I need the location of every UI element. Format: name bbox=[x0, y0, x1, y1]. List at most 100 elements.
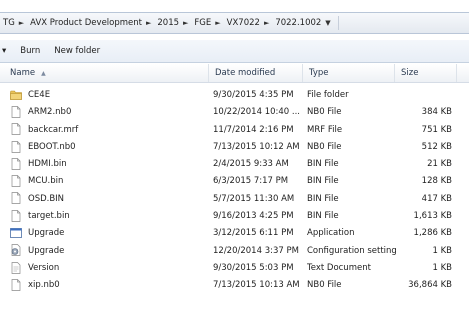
new-folder-button[interactable]: New folder bbox=[47, 46, 107, 56]
file-icon bbox=[10, 123, 22, 136]
file-name-cell[interactable]: OSD.BIN bbox=[10, 191, 205, 209]
file-date: 6/3/2015 7:17 PM bbox=[213, 176, 289, 187]
file-name-cell[interactable]: xip.nb0 bbox=[10, 277, 205, 295]
file-icon bbox=[10, 175, 22, 187]
file-date: 7/13/2015 10:13 AM bbox=[213, 280, 300, 291]
column-header-size[interactable]: Size bbox=[395, 64, 457, 82]
chevron-down-icon[interactable]: ▼ bbox=[325, 19, 330, 27]
file-date: 9/30/2015 5:03 PM bbox=[213, 262, 294, 273]
breadcrumb-2015[interactable]: 2015 ► bbox=[154, 18, 191, 28]
breadcrumb-tg[interactable]: TG ► bbox=[0, 18, 27, 28]
file-row[interactable]: backcar.mrf 11/7/2014 2:16 PM MRF File 751 … bbox=[0, 122, 469, 139]
chevron-right-icon[interactable]: ► bbox=[19, 19, 24, 27]
file-name-cell[interactable]: MCU.bin bbox=[10, 173, 205, 191]
breadcrumb-label: TG bbox=[3, 18, 15, 28]
file-date: 10/22/2014 10:40 ... bbox=[213, 107, 300, 118]
file-type: BIN File bbox=[307, 193, 339, 204]
file-size: 417 KB bbox=[421, 193, 452, 204]
file-row[interactable]: xip.nb0 7/13/2015 10:13 AM NB0 File 36,864 … bbox=[0, 277, 469, 294]
column-label: Name bbox=[10, 68, 36, 78]
file-name-cell[interactable]: target.bin bbox=[10, 208, 205, 226]
file-name-cell[interactable]: backcar.mrf bbox=[10, 122, 205, 140]
column-header-name[interactable]: Name ▲ bbox=[0, 64, 209, 82]
file-row[interactable]: Version 9/30/2015 5:03 PM Text Document 1 K… bbox=[0, 260, 469, 277]
file-date: 12/20/2014 3:37 PM bbox=[213, 245, 299, 256]
breadcrumb-avx-product-development[interactable]: AVX Product Development ► bbox=[27, 18, 154, 28]
file-size: 1,286 KB bbox=[413, 228, 452, 239]
breadcrumb-7022-1002[interactable]: 7022.1002 ▼ bbox=[272, 18, 333, 28]
file-icon bbox=[10, 157, 22, 170]
file-row[interactable]: CE4E 9/30/2015 4:35 PM File folder bbox=[0, 87, 469, 104]
chevron-right-icon[interactable]: ► bbox=[215, 19, 220, 27]
breadcrumb-vx7022[interactable]: VX7022 ► bbox=[224, 18, 273, 28]
breadcrumb-label: 7022.1002 bbox=[275, 18, 322, 28]
file-name-cell[interactable]: CE4E bbox=[10, 87, 205, 105]
file-name-cell[interactable]: Version bbox=[10, 260, 205, 278]
file-row[interactable]: EBOOT.nb0 7/13/2015 10:12 AM NB0 File 512 K… bbox=[0, 139, 469, 156]
file-name-cell[interactable]: Upgrade bbox=[10, 243, 205, 261]
file-row[interactable]: target.bin 9/16/2013 4:25 PM BIN File 1,613… bbox=[0, 208, 469, 225]
file-name-cell[interactable]: HDMI.bin bbox=[10, 156, 205, 174]
column-label: Type bbox=[309, 68, 329, 78]
file-row[interactable]: MCU.bin 6/3/2015 7:17 PM BIN File 128 KB bbox=[0, 173, 469, 190]
breadcrumb-label: FGE bbox=[194, 18, 212, 28]
file-type: File folder bbox=[307, 90, 349, 100]
file-type: Application bbox=[307, 228, 355, 239]
file-size: 751 KB bbox=[421, 124, 452, 135]
file-type: BIN File bbox=[307, 211, 339, 222]
chevron-right-icon[interactable]: ► bbox=[146, 19, 151, 27]
file-type: Text Document bbox=[307, 262, 371, 273]
file-name: Upgrade bbox=[28, 245, 65, 256]
burn-button[interactable]: Burn bbox=[13, 46, 47, 56]
file-size: 384 KB bbox=[421, 107, 452, 118]
file-size: 1 KB bbox=[432, 262, 452, 273]
file-date: 3/12/2015 6:11 PM bbox=[213, 228, 294, 239]
file-name: EBOOT.nb0 bbox=[28, 141, 76, 152]
breadcrumb-fge[interactable]: FGE ► bbox=[191, 18, 223, 28]
file-date: 5/7/2015 11:30 AM bbox=[213, 193, 295, 204]
command-bar: ▾ Burn New folder bbox=[0, 40, 469, 63]
column-header-type[interactable]: Type bbox=[303, 64, 395, 82]
file-size: 21 KB bbox=[427, 159, 452, 170]
file-type: BIN File bbox=[307, 159, 339, 170]
file-size: 128 KB bbox=[421, 176, 452, 187]
application-icon bbox=[10, 227, 22, 239]
chevron-right-icon[interactable]: ► bbox=[183, 19, 188, 27]
file-size: 512 KB bbox=[421, 141, 452, 152]
file-icon bbox=[10, 106, 22, 118]
file-name: HDMI.bin bbox=[28, 159, 67, 170]
file-type: NB0 File bbox=[307, 280, 342, 291]
file-row[interactable]: ARM2.nb0 10/22/2014 10:40 ... NB0 File 384 … bbox=[0, 104, 469, 121]
file-row[interactable]: Upgrade 3/12/2015 6:11 PM Application 1,286… bbox=[0, 225, 469, 242]
chevron-right-icon[interactable]: ► bbox=[264, 19, 269, 27]
column-label: Size bbox=[401, 68, 419, 78]
file-row[interactable]: Upgrade 12/20/2014 3:37 PM Configuration s… bbox=[0, 243, 469, 260]
folder-icon bbox=[10, 89, 22, 101]
address-bar[interactable]: TG ► AVX Product Development ► 2015 ► FG… bbox=[0, 12, 469, 34]
file-name: OSD.BIN bbox=[28, 193, 65, 204]
file-type: BIN File bbox=[307, 176, 339, 187]
breadcrumb-label: AVX Product Development bbox=[30, 18, 142, 28]
file-type: NB0 File bbox=[307, 141, 342, 152]
file-type: NB0 File bbox=[307, 107, 342, 118]
breadcrumb-label: 2015 bbox=[157, 18, 180, 28]
file-name-cell[interactable]: ARM2.nb0 bbox=[10, 104, 205, 122]
breadcrumb-label: VX7022 bbox=[226, 18, 260, 28]
file-icon bbox=[10, 209, 22, 222]
file-name: ARM2.nb0 bbox=[28, 107, 72, 118]
file-name-cell[interactable]: Upgrade bbox=[10, 225, 205, 243]
settings-file-icon bbox=[10, 244, 22, 257]
column-header-date[interactable]: Date modified bbox=[209, 64, 303, 82]
chevron-down-icon[interactable]: ▾ bbox=[0, 46, 13, 56]
file-name-cell[interactable]: EBOOT.nb0 bbox=[10, 139, 205, 157]
file-type: MRF File bbox=[307, 124, 343, 135]
file-size: 36,864 KB bbox=[408, 280, 452, 291]
file-date: 9/30/2015 4:35 PM bbox=[213, 90, 294, 100]
address-empty-area[interactable] bbox=[343, 15, 469, 31]
file-row[interactable]: OSD.BIN 5/7/2015 11:30 AM BIN File 417 KB bbox=[0, 191, 469, 208]
file-name: backcar.mrf bbox=[28, 124, 79, 135]
file-name: target.bin bbox=[28, 211, 70, 222]
file-row[interactable]: HDMI.bin 2/4/2015 9:33 AM BIN File 21 KB bbox=[0, 156, 469, 173]
file-date: 7/13/2015 10:12 AM bbox=[213, 141, 300, 152]
file-name: MCU.bin bbox=[28, 176, 64, 187]
